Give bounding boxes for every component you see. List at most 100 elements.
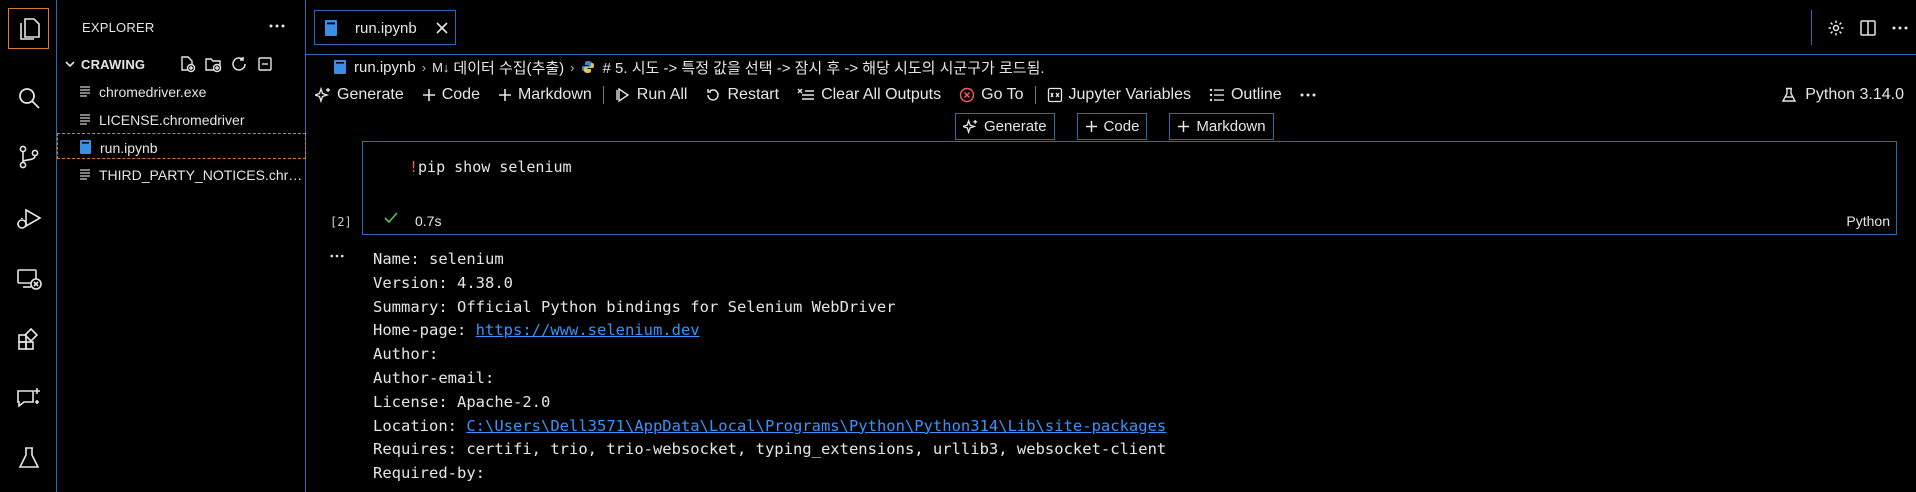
jupyter-variables-label: Jupyter Variables [1068,85,1191,103]
run-all-button[interactable]: Run All [606,80,697,109]
execution-time: 0.7s [415,213,442,229]
output-actions-button[interactable] [327,249,347,263]
go-to-button[interactable]: Go To [950,80,1032,109]
divider [602,85,604,104]
more-editor-actions-button[interactable] [1884,10,1916,45]
generate-button[interactable]: Generate [306,80,413,109]
new-folder-button[interactable] [203,54,223,74]
file-item-chromedriver[interactable]: chromedriver.exe [57,78,306,104]
restart-button[interactable]: Restart [696,80,788,109]
beaker-icon [18,446,39,468]
cell-language[interactable]: Python [1846,213,1890,229]
ellipsis-icon [330,254,344,258]
plus-icon [498,88,511,101]
insert-markdown-button[interactable]: Markdown [1169,113,1274,140]
jupyter-variables-button[interactable]: Jupyter Variables [1038,80,1200,109]
ellipsis-icon [1300,93,1316,96]
explorer-sidebar: EXPLORER CRAWING chromedriver.exe LICENS… [57,0,306,492]
extensions-activity[interactable] [8,318,49,359]
file-item-run-ipynb[interactable]: run.ipynb [57,133,306,159]
output-line: Home-page: https://www.selenium.dev [373,319,1166,343]
output-key: Required-by: [373,464,485,483]
breadcrumb: run.ipynb › M↓ 데이터 수집(추출) › # 5. 시도 -> 특… [306,55,1916,79]
breadcrumb-cell-label: # 5. 시도 -> 특정 값을 선택 -> 잠시 후 -> 해당 시도의 시군… [602,59,1045,77]
divider [1811,10,1812,45]
location-link[interactable]: C:\Users\Dell3571\AppData\Local\Programs… [466,417,1166,435]
files-icon [19,17,40,40]
breadcrumb-cell[interactable]: # 5. 시도 -> 특정 값을 선택 -> 잠시 후 -> 해당 시도의 시군… [581,57,1045,78]
folder-name: CRAWING [81,57,146,72]
chat-activity[interactable] [8,378,49,419]
shell-bang: ! [409,158,419,176]
testing-activity[interactable] [8,437,49,478]
lines-file-icon [80,169,90,180]
tab-run-ipynb[interactable]: run.ipynb [314,10,456,45]
code-text: pip show selenium [418,158,572,176]
collapse-all-button[interactable] [255,54,275,74]
source-control-activity[interactable] [8,136,49,177]
split-editor-icon [1860,19,1876,36]
new-file-button[interactable] [177,54,197,74]
tab-label: run.ipynb [355,20,417,37]
chevron-right-icon: › [421,59,427,75]
run-all-label: Run All [636,85,688,103]
extensions-icon [17,327,38,350]
homepage-link[interactable]: https://www.selenium.dev [476,321,700,339]
more-actions-button[interactable] [267,16,287,36]
split-editor-button[interactable] [1852,10,1884,45]
ellipsis-icon [1892,26,1908,29]
cell-output: Name: selenium Version: 4.38.0 Summary: Of… [373,248,1166,486]
sidebar-header: EXPLORER [57,0,306,55]
outline-button[interactable]: Outline [1200,80,1291,109]
restart-icon [707,88,720,101]
add-markdown-button[interactable]: Markdown [489,80,601,109]
explorer-activity[interactable] [8,8,49,49]
lines-file-icon [80,86,90,97]
output-line: License: Apache-2.0 [373,391,1166,415]
plus-icon [422,88,435,101]
code-cell[interactable]: !pip show selenium 0.7s Python [362,141,1897,235]
more-toolbar-button[interactable] [1291,80,1325,109]
search-activity[interactable] [8,77,49,118]
insert-code-label: Code [1103,118,1140,135]
search-icon [18,87,40,109]
insert-code-button[interactable]: Code [1076,113,1148,140]
notebook-file-icon [334,60,346,74]
output-line: Requires: certifi, trio, trio-websocket,… [373,438,1166,462]
file-item-license[interactable]: LICENSE.chromedriver [57,106,306,132]
file-item-third-party-notices[interactable]: THIRD_PARTY_NOTICES.chromedriver [57,161,306,187]
output-line: Required-by: [373,462,1166,486]
notebook-file-icon [325,20,337,36]
refresh-button[interactable] [229,54,249,74]
run-debug-activity[interactable] [8,198,49,239]
activity-bar [0,0,57,492]
source-control-icon [19,145,38,168]
clear-all-outputs-button[interactable]: Clear All Outputs [788,80,950,109]
breadcrumb-section[interactable]: M↓ 데이터 수집(추출) [432,57,564,78]
file-name: chromedriver.exe [99,84,207,100]
output-line: Location: C:\Users\Dell3571\AppData\Loca… [373,415,1166,439]
lines-file-icon [80,114,90,125]
tab-close-button[interactable] [435,21,449,35]
file-name: THIRD_PARTY_NOTICES.chromedriver [99,167,304,183]
plus-icon [1178,120,1190,133]
insert-generate-button[interactable]: Generate [955,113,1055,140]
remote-explorer-activity[interactable] [8,258,49,299]
divider [1034,85,1036,104]
restart-label: Restart [727,85,780,103]
output-key: Summary: [373,297,448,316]
editor-tab-bar: run.ipynb [306,0,1916,55]
chat-sparkle-icon [16,387,40,408]
add-code-button[interactable]: Code [413,80,489,109]
insert-generate-label: Generate [984,118,1047,135]
breadcrumb-file-label: run.ipynb [354,58,416,76]
output-key: Requires: [373,440,457,459]
output-value: certifi, trio, trio-websocket, typing_ex… [466,440,1167,459]
list-icon [1209,88,1224,101]
code-editor[interactable]: !pip show selenium [409,158,572,176]
settings-button[interactable] [1820,10,1852,45]
folder-section-header[interactable]: CRAWING [57,53,306,75]
folder-actions [177,54,275,74]
kernel-picker[interactable]: Python 3.14.0 [1781,80,1904,109]
breadcrumb-file[interactable]: run.ipynb [334,59,416,76]
